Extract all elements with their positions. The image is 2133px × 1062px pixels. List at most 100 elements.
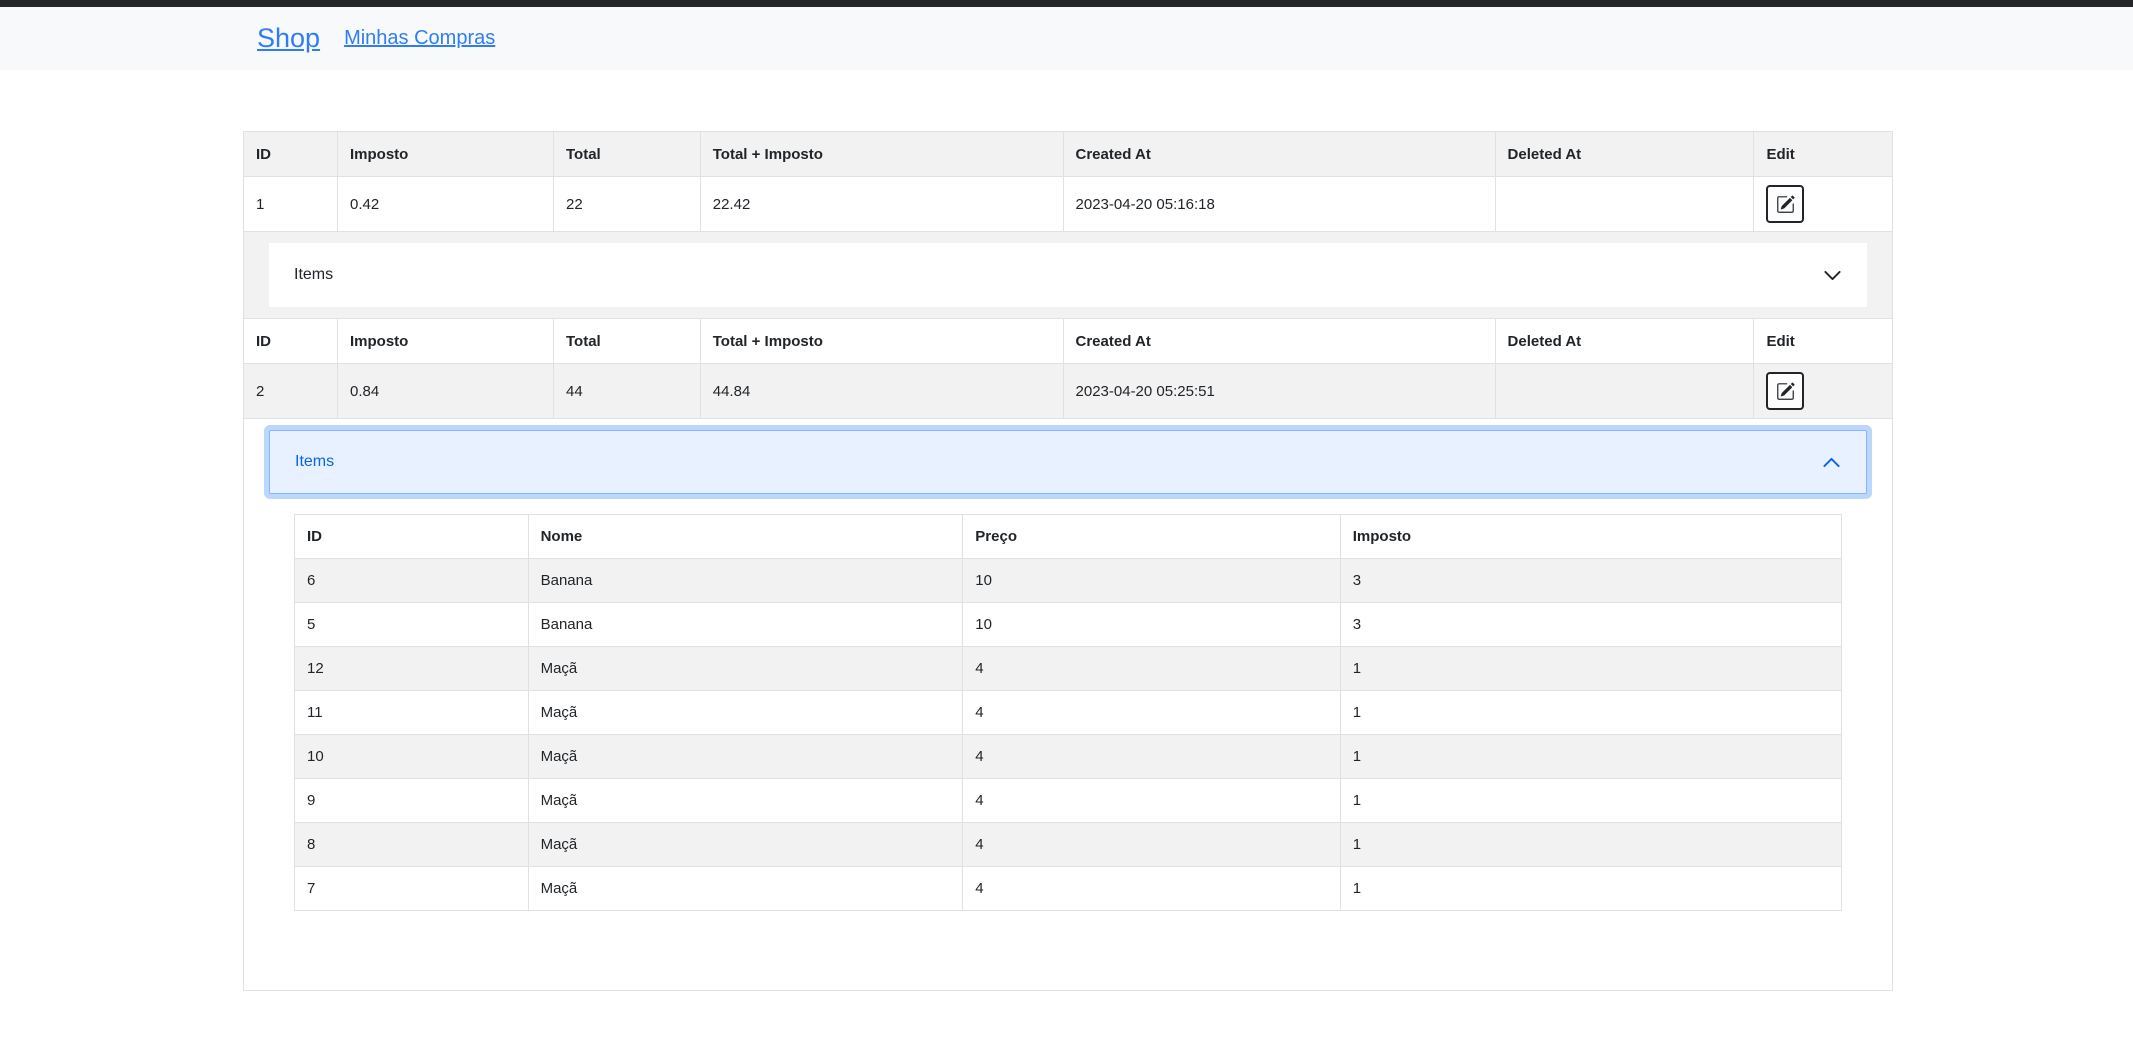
item-preco-cell: 10 [962,602,1341,647]
purchase-2-accordion-cell: Items ID Nome Preço Imposto 6 Banana 10 … [243,418,1893,991]
col-header-edit: Edit [1753,131,1893,177]
purchase-edit-cell [1753,363,1893,419]
purchase-created-at-cell: 2023-04-20 05:16:18 [1062,176,1496,232]
navbar: Shop Minhas Compras [0,7,2133,70]
purchase-1-header-row: ID Imposto Total Total + Imposto Created… [243,131,1893,177]
items-col-header-nome: Nome [527,514,964,559]
item-nome-cell: Maçã [527,822,964,867]
item-row: 11 Maçã 4 1 [294,690,1843,735]
purchase-2-accordion-row: Items ID Nome Preço Imposto 6 Banana 10 … [243,418,1893,991]
item-imposto-cell: 3 [1339,602,1843,647]
purchase-edit-cell [1753,176,1893,232]
col-header-total-imposto: Total + Imposto [699,318,1064,364]
item-id-cell: 12 [294,646,529,691]
item-nome-cell: Maçã [527,646,964,691]
item-imposto-cell: 1 [1339,822,1843,867]
pencil-square-icon [1777,195,1795,213]
item-imposto-cell: 1 [1339,646,1843,691]
purchases-container: ID Imposto Total Total + Imposto Created… [243,131,1893,991]
item-id-cell: 10 [294,734,529,779]
col-header-deleted-at: Deleted At [1494,131,1755,177]
purchase-total-cell: 22 [553,176,701,232]
item-id-cell: 9 [294,778,529,823]
purchase-1-accordion-cell: Items [243,231,1893,319]
purchase-total-imposto-cell: 22.42 [699,176,1064,232]
chevron-down-icon [1824,270,1841,280]
purchase-id-cell: 2 [243,363,338,419]
items-accordion-body: ID Nome Preço Imposto 6 Banana 10 3 5 Ba… [269,494,1867,979]
item-nome-cell: Banana [527,602,964,647]
purchase-imposto-cell: 0.42 [336,176,555,232]
item-preco-cell: 4 [962,866,1341,911]
col-header-edit: Edit [1753,318,1893,364]
col-header-total: Total [553,318,701,364]
accordion-label: Items [294,266,334,283]
items-header-row: ID Nome Preço Imposto [294,514,1843,559]
edit-purchase-1-button[interactable] [1766,185,1805,223]
item-row: 10 Maçã 4 1 [294,734,1843,779]
item-row: 12 Maçã 4 1 [294,646,1843,691]
item-row: 7 Maçã 4 1 [294,866,1843,911]
col-header-imposto: Imposto [336,131,555,177]
item-preco-cell: 4 [962,734,1341,779]
items-col-header-id: ID [294,514,529,559]
accordion-label: Items [295,453,335,470]
items-table-body: 6 Banana 10 3 5 Banana 10 3 12 Maçã 4 1 … [294,558,1843,911]
item-imposto-cell: 1 [1339,866,1843,911]
item-row: 5 Banana 10 3 [294,602,1843,647]
col-header-created-at: Created At [1062,318,1496,364]
item-id-cell: 6 [294,558,529,603]
purchase-deleted-at-cell [1494,176,1755,232]
item-nome-cell: Maçã [527,690,964,735]
purchase-2-header-row: ID Imposto Total Total + Imposto Created… [243,318,1893,364]
col-header-total: Total [553,131,701,177]
item-nome-cell: Maçã [527,734,964,779]
item-preco-cell: 4 [962,690,1341,735]
purchase-id-cell: 1 [243,176,338,232]
purchase-deleted-at-cell [1494,363,1755,419]
item-id-cell: 7 [294,866,529,911]
edit-purchase-2-button[interactable] [1766,372,1805,410]
purchases-table: ID Imposto Total Total + Imposto Created… [243,131,1893,991]
item-nome-cell: Banana [527,558,964,603]
purchase-created-at-cell: 2023-04-20 05:25:51 [1062,363,1496,419]
items-accordion-toggle-expanded[interactable]: Items [269,430,1867,494]
window-top-bar [0,0,2133,7]
item-row: 6 Banana 10 3 [294,558,1843,603]
item-nome-cell: Maçã [527,866,964,911]
purchase-1-accordion-row: Items [243,231,1893,319]
item-row: 8 Maçã 4 1 [294,822,1843,867]
purchase-1-row: 1 0.42 22 22.42 2023-04-20 05:16:18 [243,176,1893,232]
purchase-imposto-cell: 0.84 [336,363,555,419]
item-nome-cell: Maçã [527,778,964,823]
purchase-total-cell: 44 [553,363,701,419]
items-accordion-toggle-collapsed[interactable]: Items [269,243,1867,307]
col-header-deleted-at: Deleted At [1494,318,1755,364]
chevron-up-icon [1823,457,1840,467]
items-table: ID Nome Preço Imposto 6 Banana 10 3 5 Ba… [294,514,1843,911]
item-imposto-cell: 1 [1339,690,1843,735]
item-id-cell: 5 [294,602,529,647]
nav-link-minhas-compras[interactable]: Minhas Compras [344,27,495,50]
item-preco-cell: 4 [962,822,1341,867]
col-header-imposto: Imposto [336,318,555,364]
item-preco-cell: 10 [962,558,1341,603]
navbar-content: Shop Minhas Compras [243,23,1893,54]
item-imposto-cell: 1 [1339,778,1843,823]
item-preco-cell: 4 [962,646,1341,691]
col-header-id: ID [243,318,338,364]
item-id-cell: 11 [294,690,529,735]
items-col-header-preco: Preço [962,514,1341,559]
items-col-header-imposto: Imposto [1339,514,1843,559]
col-header-total-imposto: Total + Imposto [699,131,1064,177]
item-imposto-cell: 3 [1339,558,1843,603]
purchase-total-imposto-cell: 44.84 [699,363,1064,419]
purchase-2-row: 2 0.84 44 44.84 2023-04-20 05:25:51 [243,363,1893,419]
item-id-cell: 8 [294,822,529,867]
item-row: 9 Maçã 4 1 [294,778,1843,823]
brand-link-shop[interactable]: Shop [257,23,320,54]
col-header-id: ID [243,131,338,177]
item-preco-cell: 4 [962,778,1341,823]
item-imposto-cell: 1 [1339,734,1843,779]
pencil-square-icon [1777,382,1795,400]
